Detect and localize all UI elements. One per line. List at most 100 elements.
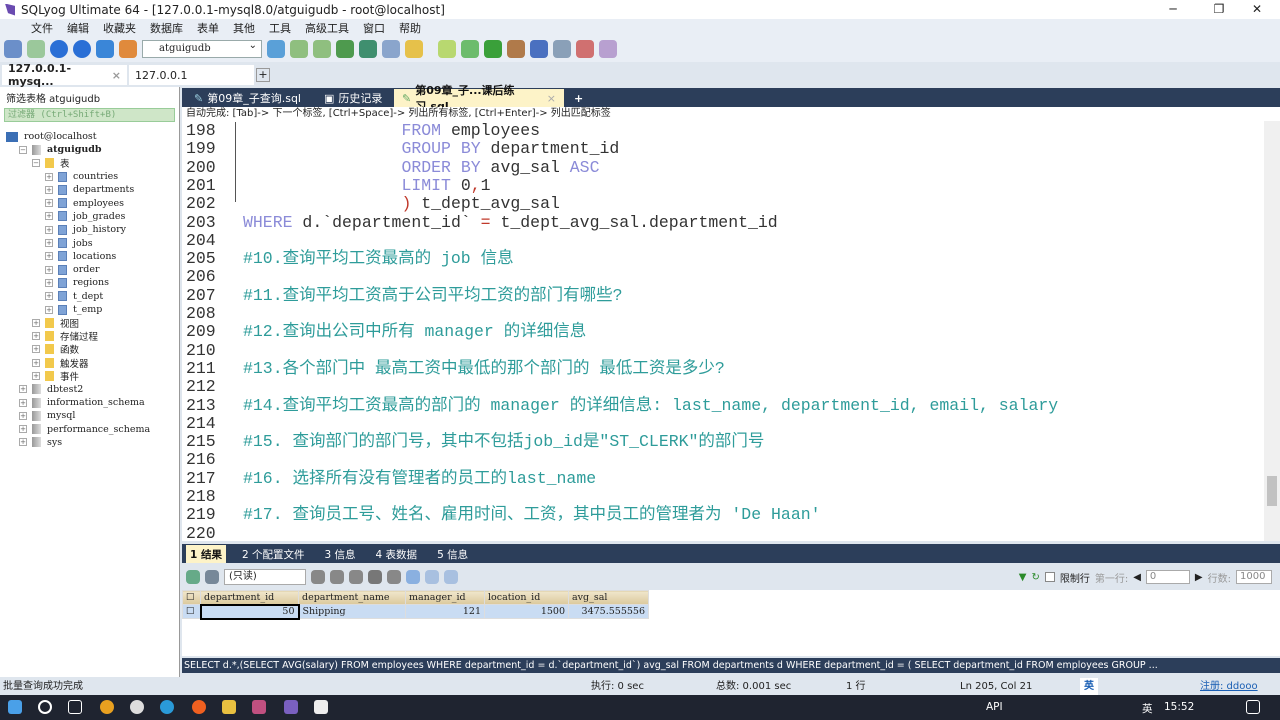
tree-node[interactable]: + t_emp xyxy=(0,303,179,316)
refresh-icon[interactable] xyxy=(96,40,114,58)
tree-node[interactable]: + 触发器 xyxy=(0,356,179,370)
menu-favorites[interactable]: 收藏夹 xyxy=(96,20,143,36)
expand-toggle-icon[interactable]: − xyxy=(32,159,40,168)
new-connection-icon[interactable] xyxy=(4,40,22,58)
tab-result[interactable]: 1 结果 xyxy=(186,545,226,563)
editor-scrollbar[interactable] xyxy=(1264,121,1280,541)
expand-toggle-icon[interactable]: + xyxy=(45,239,53,248)
connection-tab[interactable]: 127.0.0.1 xyxy=(129,65,254,85)
column-header[interactable]: location_id xyxy=(484,590,569,605)
sync-icon[interactable] xyxy=(438,40,456,58)
cell[interactable]: 3475.555556 xyxy=(568,604,649,619)
sqlyog-taskbar-icon[interactable] xyxy=(284,700,298,714)
column-header[interactable]: manager_id xyxy=(405,590,485,605)
report-icon[interactable] xyxy=(576,40,594,58)
tree-node[interactable]: + job_grades xyxy=(0,210,179,223)
duplicate-row-icon[interactable] xyxy=(330,570,344,584)
expand-toggle-icon[interactable]: + xyxy=(32,358,40,367)
column-header[interactable]: department_name xyxy=(298,590,406,605)
column-header[interactable]: department_id xyxy=(200,590,299,605)
export-icon[interactable] xyxy=(186,570,200,584)
save-icon[interactable] xyxy=(349,570,363,584)
database-select[interactable]: atguigudb xyxy=(142,38,262,58)
expand-toggle-icon[interactable]: + xyxy=(32,345,40,354)
index-key-icon[interactable] xyxy=(405,40,423,58)
next-page-icon[interactable]: ▶ xyxy=(1195,572,1203,583)
file-explorer-icon[interactable] xyxy=(222,700,236,714)
tree-node[interactable]: + jobs xyxy=(0,236,179,249)
menu-edit[interactable]: 编辑 xyxy=(60,20,96,36)
firefox-icon[interactable] xyxy=(192,700,206,714)
ime-indicator[interactable]: 英 xyxy=(1080,678,1098,695)
tree-node[interactable]: + t_dept xyxy=(0,290,179,303)
search-icon[interactable] xyxy=(38,700,52,714)
editor-tab-query[interactable]: ✎ 第09章_子查询.sql xyxy=(186,89,314,107)
edge-icon[interactable] xyxy=(160,700,174,714)
schema-icon[interactable] xyxy=(119,40,137,58)
table-data-icon[interactable] xyxy=(382,40,400,58)
tree-node[interactable]: + 存储过程 xyxy=(0,329,179,343)
expand-toggle-icon[interactable]: + xyxy=(32,332,40,341)
menu-tools[interactable]: 工具 xyxy=(262,20,298,36)
expand-toggle-icon[interactable]: + xyxy=(19,425,27,434)
tree-node[interactable]: + sys xyxy=(0,436,179,449)
copy-icon[interactable] xyxy=(205,570,219,584)
tree-node[interactable]: + departments xyxy=(0,183,179,196)
first-row-input[interactable]: 0 xyxy=(1145,570,1190,584)
import-icon[interactable] xyxy=(336,40,354,58)
editor-tab-history[interactable]: ▣ 历史记录 xyxy=(316,89,392,107)
tree-node[interactable]: + mysql xyxy=(0,409,179,422)
form-view-icon[interactable] xyxy=(425,570,439,584)
tree-node[interactable]: + information_schema xyxy=(0,396,179,409)
tree-node[interactable]: + 函数 xyxy=(0,343,179,356)
query-builder-icon[interactable] xyxy=(461,40,479,58)
menu-other[interactable]: 其他 xyxy=(226,20,262,36)
tree-node[interactable]: + locations xyxy=(0,250,179,263)
expand-toggle-icon[interactable]: + xyxy=(19,385,27,394)
user-icon[interactable] xyxy=(267,40,285,58)
rows-input[interactable]: 1000 xyxy=(1236,570,1272,584)
add-connection-tab-button[interactable]: + xyxy=(256,68,270,82)
row-checkbox[interactable]: ☐ xyxy=(182,604,201,619)
menu-table[interactable]: 表单 xyxy=(190,20,226,36)
execute-query-icon[interactable] xyxy=(50,40,68,58)
scrollbar-thumb[interactable] xyxy=(1267,476,1277,506)
restore-icon[interactable] xyxy=(313,40,331,58)
tree-node[interactable]: − 表 xyxy=(0,157,179,170)
notifications-icon[interactable] xyxy=(1246,700,1260,714)
expand-toggle-icon[interactable]: + xyxy=(45,305,53,314)
grid-view-icon[interactable] xyxy=(406,570,420,584)
expand-toggle-icon[interactable]: + xyxy=(45,278,53,287)
clock[interactable]: 15:52 xyxy=(1164,701,1194,713)
tree-node[interactable]: − atguigudb xyxy=(0,143,179,156)
app-icon[interactable] xyxy=(252,700,266,714)
delete-icon[interactable] xyxy=(368,570,382,584)
tree-node[interactable]: + dbtest2 xyxy=(0,383,179,396)
expand-toggle-icon[interactable]: + xyxy=(45,265,53,274)
new-query-icon[interactable] xyxy=(27,40,45,58)
expand-toggle-icon[interactable]: + xyxy=(32,371,40,380)
register-link[interactable]: 注册: ddooo xyxy=(1200,678,1258,695)
menu-advanced-tools[interactable]: 高级工具 xyxy=(298,20,356,36)
cell[interactable]: 50 xyxy=(199,603,300,620)
windows-start-icon[interactable] xyxy=(8,700,22,714)
editor-tab-exercise[interactable]: ✎第09章_子...课后练习.sql× xyxy=(394,84,564,113)
menu-database[interactable]: 数据库 xyxy=(143,20,190,36)
expand-toggle-icon[interactable]: + xyxy=(19,411,27,420)
minimize-button[interactable]: ─ xyxy=(1150,0,1196,19)
tree-node[interactable]: + order xyxy=(0,263,179,276)
add-editor-tab-button[interactable]: + xyxy=(566,89,586,107)
task-view-icon[interactable] xyxy=(68,700,82,714)
backup-icon[interactable] xyxy=(290,40,308,58)
refresh-results-icon[interactable]: ↻ xyxy=(1031,572,1039,583)
tree-node[interactable]: + 视图 xyxy=(0,316,179,330)
schema-designer-icon[interactable] xyxy=(599,40,617,58)
expand-toggle-icon[interactable]: − xyxy=(19,145,27,154)
taskbar-ime[interactable]: 英 xyxy=(1142,701,1153,716)
menu-file[interactable]: 文件 xyxy=(24,20,60,36)
tree-node[interactable]: root@localhost xyxy=(0,130,179,143)
text-view-icon[interactable] xyxy=(444,570,458,584)
browser-icon[interactable] xyxy=(130,700,144,714)
cell[interactable]: 1500 xyxy=(484,604,569,619)
limit-checkbox[interactable] xyxy=(1044,572,1055,582)
